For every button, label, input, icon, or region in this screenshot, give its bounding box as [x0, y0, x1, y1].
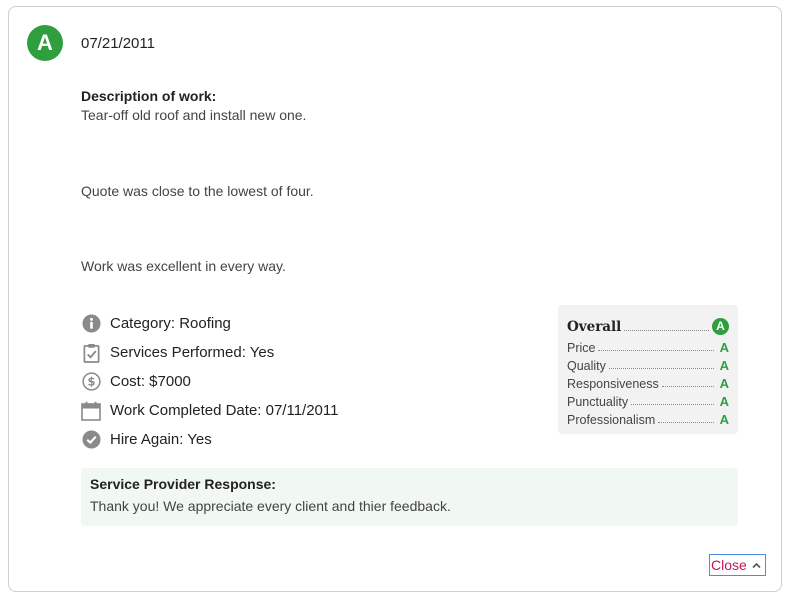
response-label: Service Provider Response:	[90, 476, 276, 492]
leader-dots	[658, 422, 714, 423]
rating-price: Price A	[567, 337, 729, 355]
rating-grade-badge: A	[712, 318, 729, 335]
rating-grade: A	[719, 358, 729, 373]
description-label: Description of work:	[81, 88, 217, 104]
fact-hire-again: Hire Again: Yes	[81, 425, 338, 454]
fact-cost: $ Cost: $7000	[81, 367, 338, 396]
rating-grade: A	[719, 376, 729, 391]
leader-dots	[598, 350, 714, 351]
rating-label: Professionalism	[567, 413, 656, 427]
ratings-summary: Overall A Price A Quality A Responsivene…	[558, 305, 738, 434]
review-facts-list: Category: Roofing Services Performed: Ye…	[81, 309, 338, 454]
rating-grade: A	[719, 340, 729, 355]
clipboard-check-icon	[81, 343, 101, 363]
calendar-icon	[81, 401, 101, 421]
check-circle-icon	[81, 430, 101, 450]
svg-text:$: $	[87, 375, 95, 389]
info-icon	[81, 314, 101, 334]
fact-work-completed-date-text: Work Completed Date: 07/11/2011	[110, 402, 339, 419]
fact-cost-text: Cost: $7000	[110, 373, 191, 390]
rating-punctuality: Punctuality A	[567, 391, 729, 409]
rating-grade: A	[719, 394, 729, 409]
dollar-icon: $	[81, 372, 101, 392]
service-provider-response: Service Provider Response: Thank you! We…	[81, 468, 738, 526]
rating-label: Overall	[567, 319, 622, 335]
leader-dots	[624, 330, 709, 331]
close-button[interactable]: Close	[709, 554, 766, 576]
description-line: Work was excellent in every way.	[81, 258, 286, 274]
fact-services-performed-text: Services Performed: Yes	[110, 344, 275, 361]
fact-category: Category: Roofing	[81, 309, 338, 338]
fact-services-performed: Services Performed: Yes	[81, 338, 338, 367]
leader-dots	[631, 404, 714, 405]
leader-dots	[661, 386, 714, 387]
rating-label: Quality	[567, 359, 606, 373]
review-card: A 07/21/2011 Description of work: Tear-o…	[8, 6, 782, 592]
rating-professionalism: Professionalism A	[567, 409, 729, 427]
rating-grade: A	[719, 412, 729, 427]
rating-label: Punctuality	[567, 395, 629, 409]
fact-hire-again-text: Hire Again: Yes	[110, 431, 212, 448]
description-line: Quote was close to the lowest of four.	[81, 183, 314, 199]
fact-work-completed-date: Work Completed Date: 07/11/2011	[81, 396, 338, 425]
response-text: Thank you! We appreciate every client an…	[90, 498, 451, 514]
close-label: Close	[711, 557, 747, 573]
rating-overall: Overall A	[567, 313, 729, 335]
description-line: Tear-off old roof and install new one.	[81, 107, 307, 123]
leader-dots	[608, 368, 714, 369]
rating-responsiveness: Responsiveness A	[567, 373, 729, 391]
rating-label: Responsiveness	[567, 377, 659, 391]
rating-label: Price	[567, 341, 596, 355]
fact-category-text: Category: Roofing	[110, 315, 231, 332]
overall-grade-badge: A	[27, 25, 63, 61]
chevron-up-icon	[752, 562, 761, 569]
review-date: 07/21/2011	[81, 35, 155, 52]
rating-quality: Quality A	[567, 355, 729, 373]
